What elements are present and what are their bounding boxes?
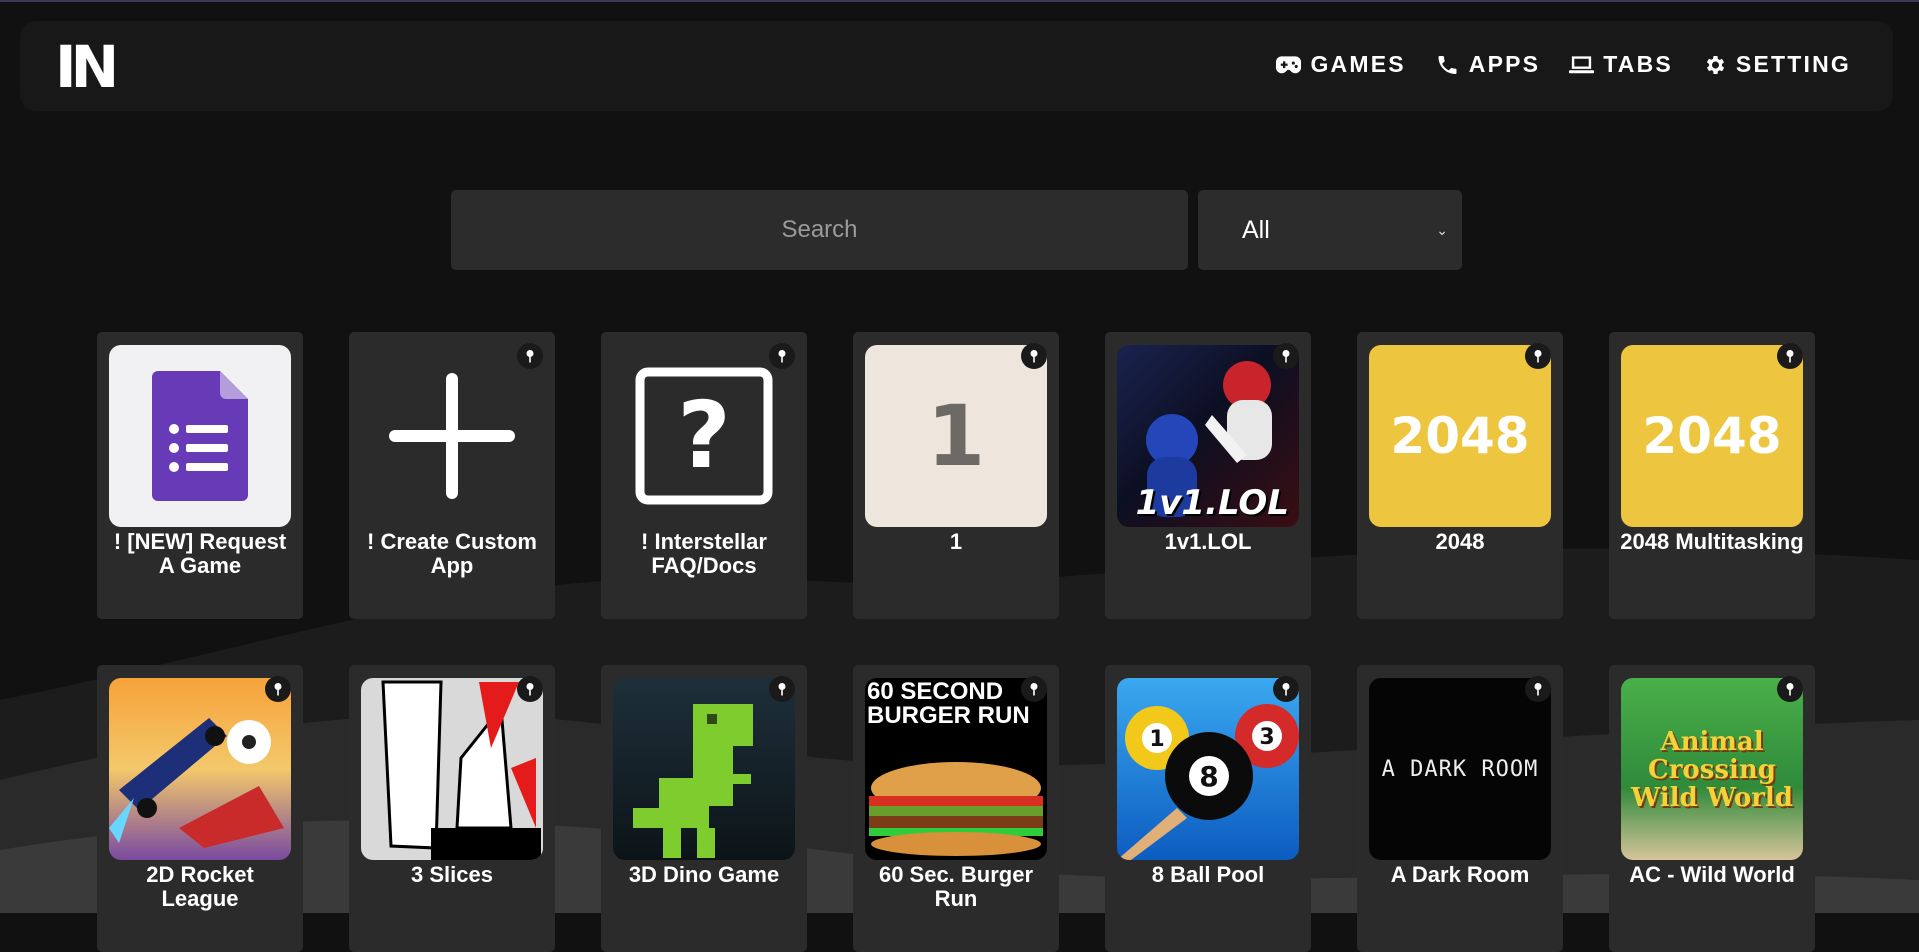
game-card[interactable]: 1v1.LOL 1v1.LOL xyxy=(1105,332,1311,619)
pin-icon[interactable] xyxy=(1273,676,1299,702)
question-box-icon: ? xyxy=(613,345,795,527)
pin-icon[interactable] xyxy=(1777,343,1803,369)
nav-setting-label: SETTING xyxy=(1735,51,1851,77)
game-card-title: ! [NEW] Request A Game xyxy=(113,529,287,578)
thumb-text: 1 xyxy=(926,387,986,485)
game-card[interactable]: 1 3 8 8 Ball Pool xyxy=(1105,665,1311,952)
pin-icon[interactable] xyxy=(1777,676,1803,702)
logo[interactable]: IN xyxy=(55,38,119,96)
1v1-lol-thumbnail: 1v1.LOL xyxy=(1117,345,1299,527)
nav-apps-label: APPS xyxy=(1468,51,1541,77)
game-card[interactable]: A DARK ROOM A Dark Room xyxy=(1357,665,1563,952)
thumb-text: 2048 xyxy=(1390,407,1530,465)
game-card-title: 8 Ball Pool xyxy=(1151,862,1265,887)
nav-setting[interactable]: SETTING xyxy=(1701,51,1851,78)
game-card-title: 3 Slices xyxy=(411,862,493,887)
dino-thumbnail xyxy=(613,678,795,860)
game-card-title: 1v1.LOL xyxy=(1164,529,1252,554)
dark-room-thumbnail: A DARK ROOM xyxy=(1369,678,1551,860)
game-card[interactable]: ! Create Custom App xyxy=(349,332,555,619)
game-card-title: 2048 Multitasking xyxy=(1620,529,1804,554)
svg-text:3: 3 xyxy=(1259,725,1274,750)
burger-run-thumbnail: 60 SECOND BURGER RUN xyxy=(865,678,1047,860)
nav-games-label: GAMES xyxy=(1310,51,1406,77)
pin-icon[interactable] xyxy=(769,343,795,369)
game-card[interactable]: 60 SECOND BURGER RUN 60 Sec. Burger Run xyxy=(853,665,1059,952)
pin-icon[interactable] xyxy=(1525,343,1551,369)
category-select-value: All xyxy=(1242,215,1270,244)
game-card[interactable]: 2048 2048 xyxy=(1357,332,1563,619)
phone-icon xyxy=(1438,55,1457,74)
game-card-title: 2D Rocket League xyxy=(146,862,254,911)
8-ball-thumbnail: 1 3 8 xyxy=(1117,678,1299,860)
pin-icon[interactable] xyxy=(1525,676,1551,702)
animal-crossing-thumbnail: Animal Crossing Wild World xyxy=(1621,678,1803,860)
thumb-text: A DARK ROOM xyxy=(1381,756,1539,782)
game-card-title: AC - Wild World xyxy=(1629,862,1795,887)
thumb-text: 1v1.LOL xyxy=(1135,483,1289,523)
nav-tabs-label: TABS xyxy=(1603,51,1673,77)
game-card[interactable]: 3 Slices xyxy=(349,665,555,952)
2048-thumbnail: 2048 xyxy=(1621,345,1803,527)
svg-text:1: 1 xyxy=(1149,727,1164,752)
pin-icon[interactable] xyxy=(769,676,795,702)
laptop-icon xyxy=(1569,55,1595,73)
nav-links: GAMES APPS TABS SETTING xyxy=(1275,51,1851,78)
svg-text:?: ? xyxy=(677,382,730,489)
thumb-text: Animal Crossing Wild World xyxy=(1631,727,1793,813)
number-one-thumbnail: 1 xyxy=(865,345,1047,527)
plus-icon xyxy=(361,345,543,527)
nav-tabs[interactable]: TABS xyxy=(1568,51,1673,78)
nav-games[interactable]: GAMES xyxy=(1275,51,1405,78)
3-slices-thumbnail xyxy=(361,678,543,860)
game-card-title: 1 xyxy=(949,529,963,554)
game-card[interactable]: ? ! Interstellar FAQ/Docs xyxy=(601,332,807,619)
game-card[interactable]: Animal Crossing Wild World AC - Wild Wor… xyxy=(1609,665,1815,952)
pin-icon[interactable] xyxy=(1273,343,1299,369)
game-card[interactable]: 2D Rocket League xyxy=(97,665,303,952)
game-card[interactable]: 3D Dino Game xyxy=(601,665,807,952)
rocket-league-thumbnail xyxy=(109,678,291,860)
top-navbar: IN GAMES APPS TABS SETTING xyxy=(20,21,1893,111)
search-input[interactable] xyxy=(451,190,1188,270)
game-card[interactable]: 2048 2048 Multitasking xyxy=(1609,332,1815,619)
gear-icon xyxy=(1706,55,1725,74)
nav-apps[interactable]: APPS xyxy=(1434,51,1540,78)
svg-text:8: 8 xyxy=(1199,760,1218,793)
chevron-down-icon: ⌄ xyxy=(1436,221,1448,238)
game-card-title: ! Create Custom App xyxy=(367,529,537,578)
pin-icon[interactable] xyxy=(517,343,543,369)
search-row: All ⌄ xyxy=(451,190,1462,270)
pin-icon[interactable] xyxy=(265,676,291,702)
pin-icon[interactable] xyxy=(1021,676,1047,702)
thumb-text: 2048 xyxy=(1642,407,1782,465)
game-card[interactable]: 1 1 xyxy=(853,332,1059,619)
game-card-title: ! Interstellar FAQ/Docs xyxy=(641,529,767,578)
game-card-title: A Dark Room xyxy=(1390,862,1530,887)
pin-icon[interactable] xyxy=(1021,343,1047,369)
pin-icon[interactable] xyxy=(517,676,543,702)
game-card-title: 3D Dino Game xyxy=(628,862,780,887)
category-select[interactable]: All ⌄ xyxy=(1198,190,1462,270)
game-card-title: 2048 xyxy=(1435,529,1485,554)
2048-thumbnail: 2048 xyxy=(1369,345,1551,527)
forms-icon xyxy=(109,345,291,527)
gamepad-icon xyxy=(1276,55,1302,73)
game-card[interactable]: ! [NEW] Request A Game xyxy=(97,332,303,619)
game-card-title: 60 Sec. Burger Run xyxy=(878,862,1034,911)
